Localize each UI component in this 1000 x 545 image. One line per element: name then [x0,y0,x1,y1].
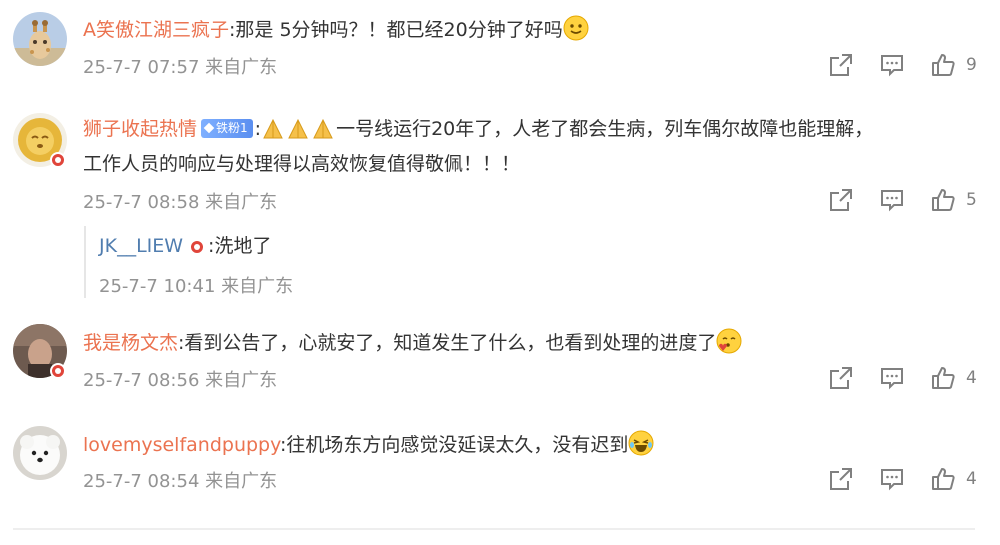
comment-icon [881,190,903,212]
location: 来自广东 [205,370,278,391]
like-button[interactable]: 4 [930,365,977,391]
verified-badge-icon [189,239,206,255]
comment-meta: 25-7-7 08:56 来自广东 [83,366,277,392]
kissing-emoji-icon [716,328,742,354]
comment-icon [881,469,903,491]
comment-button[interactable] [879,466,905,492]
comment-text-continued: 工作人员的响应与处理得以高效恢复值得敬佩！！！ [83,151,520,177]
timestamp: 25-7-7 08:56 [83,370,200,391]
share-icon [830,54,852,76]
location: 来自广东 [205,471,278,492]
avatar[interactable] [13,426,67,480]
comment-text: A笑傲江湖三疯子:那是 5分钟吗？！都已经20分钟了好吗 [83,15,589,43]
comment-meta: 25-7-7 08:54 来自广东 [83,467,277,493]
praying-hands-emoji-icon [313,118,333,139]
location: 来自广东 [205,192,278,213]
like-button[interactable]: 4 [930,466,977,492]
like-count: 5 [966,190,977,210]
comment-meta: 25-7-7 08:58 来自广东 [83,188,277,214]
like-count: 4 [966,469,977,489]
share-button[interactable] [828,466,854,492]
smile-emoji-icon [563,15,589,41]
reply-meta: 25-7-7 10:41 来自广东 [99,272,293,298]
thumbs-up-icon [932,468,955,490]
comment-body: 一号线运行20年了，人老了都会生病，列车偶尔故障也能理解， [336,118,874,140]
username-link[interactable]: 狮子收起热情 [83,118,197,140]
comment-icon [881,368,903,390]
like-count: 4 [966,368,977,388]
thumbs-up-icon [932,189,955,211]
comment-body: :看到公告了，心就安了，知道发生了什么，也看到处理的进度了 [178,332,717,354]
comment-text: 狮子收起热情 铁粉1: 一号线运行20年了，人老了都会生病，列车偶尔故障也能理解， [83,118,874,140]
list-bottom-divider [13,528,975,530]
comment-button[interactable] [879,187,905,213]
avatar[interactable] [13,12,67,66]
comment-icon [881,55,903,77]
share-icon [830,468,852,490]
comment-meta: 25-7-7 07:57 来自广东 [83,53,277,79]
like-button[interactable]: 9 [930,52,977,78]
puppy-avatar-image [13,426,67,480]
verified-badge-icon [50,363,66,379]
reply-text: JK__LIEW :洗地了 [99,233,271,259]
like-button[interactable]: 5 [930,187,977,213]
location: 来自广东 [205,57,278,78]
username-link[interactable]: A笑傲江湖三疯子 [83,19,229,41]
share-icon [830,189,852,211]
reply-username-link[interactable]: JK__LIEW [99,235,183,257]
praying-hands-emoji-icon [288,118,308,139]
comment-button[interactable] [879,365,905,391]
share-button[interactable] [828,187,854,213]
share-icon [830,367,852,389]
comment-body: :往机场东方向感觉没延误太久，没有迟到 [279,434,629,456]
fan-badge[interactable]: 铁粉1 [201,119,253,138]
timestamp: 25-7-7 07:57 [83,57,200,78]
timestamp: 25-7-7 08:54 [83,471,200,492]
share-button[interactable] [828,365,854,391]
praying-hands-emoji-icon [263,118,283,139]
thumbs-up-icon [932,54,955,76]
fan-badge-label: 铁粉1 [216,121,248,135]
share-button[interactable] [828,52,854,78]
reply-indent-bar [84,226,86,298]
comment-text: 我是杨文杰:看到公告了，心就安了，知道发生了什么，也看到处理的进度了 [83,328,742,356]
thumbs-up-icon [932,367,955,389]
giraffe-avatar-image [13,12,67,66]
diamond-icon [203,122,215,134]
laughing-tears-emoji-icon [628,430,654,456]
timestamp: 25-7-7 08:58 [83,192,200,213]
comment-body: :那是 5分钟吗？！都已经20分钟了好吗 [229,19,563,41]
verified-badge-icon [50,152,66,168]
comment-body: 工作人员的响应与处理得以高效恢复值得敬佩！！！ [83,153,521,175]
location: 来自广东 [221,276,294,297]
timestamp: 25-7-7 10:41 [99,276,216,297]
username-link[interactable]: 我是杨文杰 [83,332,178,354]
reply-body: :洗地了 [208,235,272,257]
comment-text: lovemyselfandpuppy:往机场东方向感觉没延误太久，没有迟到 [83,430,654,458]
like-count: 9 [966,55,977,75]
comment-button[interactable] [879,52,905,78]
username-link[interactable]: lovemyselfandpuppy [83,434,280,456]
